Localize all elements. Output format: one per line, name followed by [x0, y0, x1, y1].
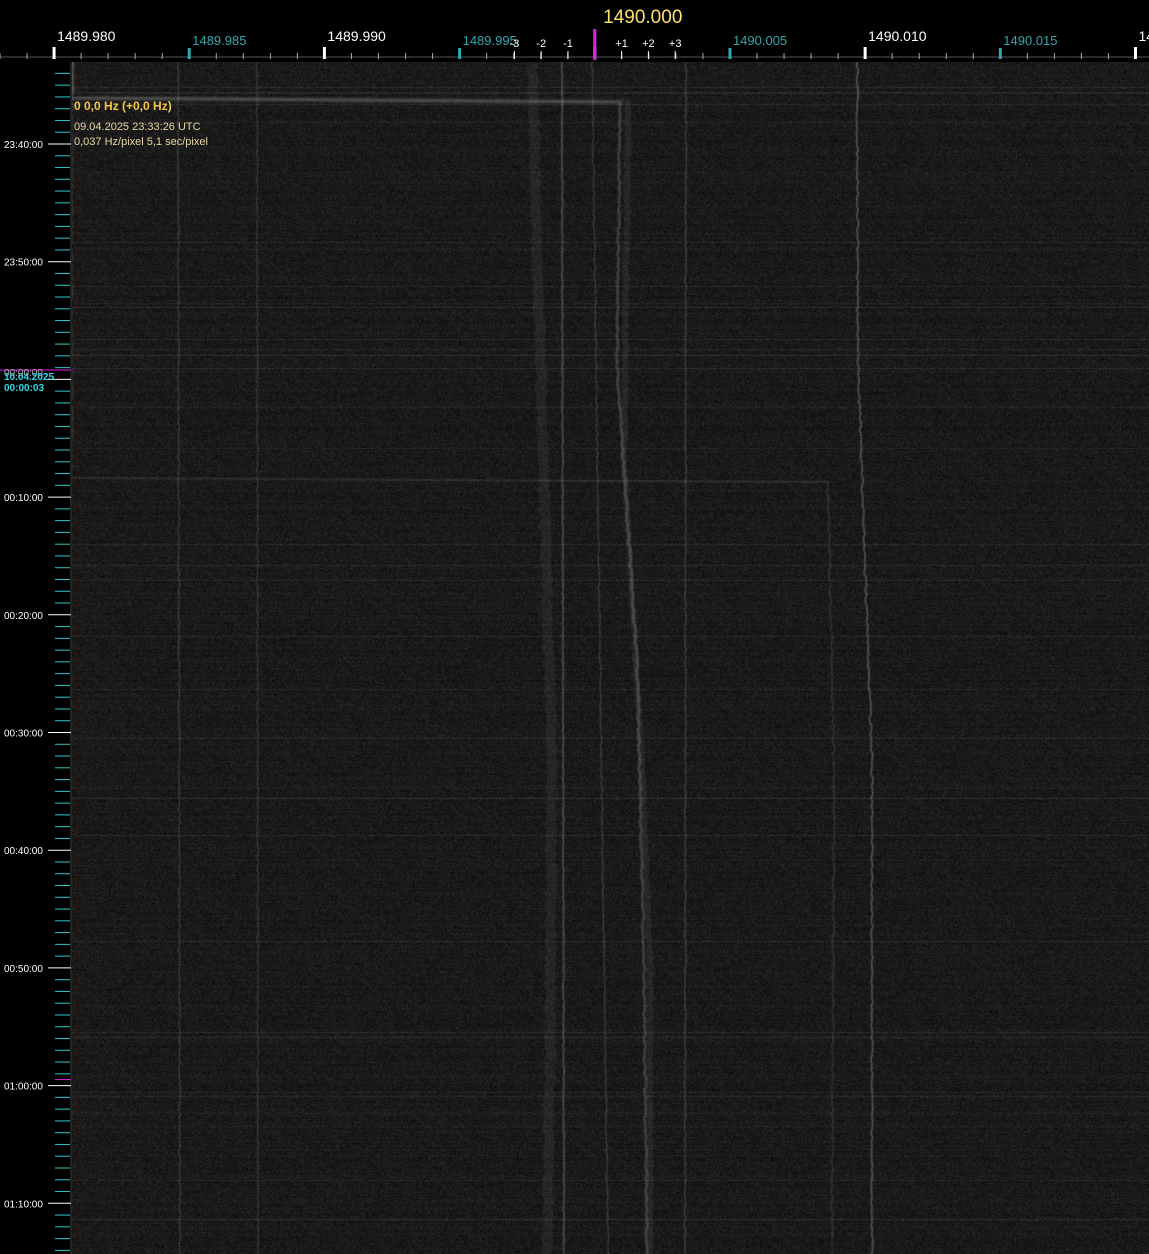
freq-label-major: 1490.010 [868, 28, 927, 44]
time-label: 01:10:00 [4, 1199, 43, 1210]
waterfall-canvas [72, 62, 1149, 1254]
freq-label-major: 14 [1138, 28, 1149, 44]
time-label: 00:50:00 [4, 964, 43, 975]
center-frequency-label: 1490.000 [603, 7, 682, 28]
freq-label-minor: 1489.985 [192, 33, 246, 48]
freq-label-minor: 1490.005 [733, 33, 787, 48]
marker-frequency-readout: 0 0,0 Hz (+0,0 Hz) [74, 99, 172, 113]
time-label: 23:40:00 [4, 140, 43, 151]
resolution-readout: 0,037 Hz/pixel 5,1 sec/pixel [74, 136, 208, 148]
frequency-scale: 1489.9801489.9901490.010141489.9851489.9… [0, 0, 1149, 62]
freq-label-minor: 1490.015 [1003, 33, 1057, 48]
offset-label: +2 [642, 38, 655, 50]
center-frequency-marker[interactable] [593, 29, 597, 60]
time-label: 00:10:00 [4, 493, 43, 504]
freq-label-major: 1489.990 [327, 28, 386, 44]
time-label: 00:40:00 [4, 846, 43, 857]
date-change-time: 00:00:03 [4, 383, 44, 394]
start-datetime: 09.04.2025 23:33:26 UTC [74, 121, 201, 133]
date-change-date: 10.04.2025 [4, 372, 54, 383]
offset-label: +1 [615, 38, 628, 50]
time-scale: 23:40:00 23:50:00 00:10:00 00:20:00 00:30:00… [0, 62, 72, 1254]
waterfall-display[interactable] [72, 62, 1149, 1254]
freq-label-major: 1489.980 [57, 28, 116, 44]
time-label: 00:30:00 [4, 729, 43, 740]
offset-label: -1 [563, 38, 573, 50]
offset-label: -3 [509, 38, 519, 50]
time-label: 00:20:00 [4, 611, 43, 622]
time-label: 01:00:00 [4, 1082, 43, 1093]
offset-label: +3 [669, 38, 682, 50]
time-label: 23:50:00 [4, 258, 43, 269]
offset-label: -2 [536, 38, 546, 50]
